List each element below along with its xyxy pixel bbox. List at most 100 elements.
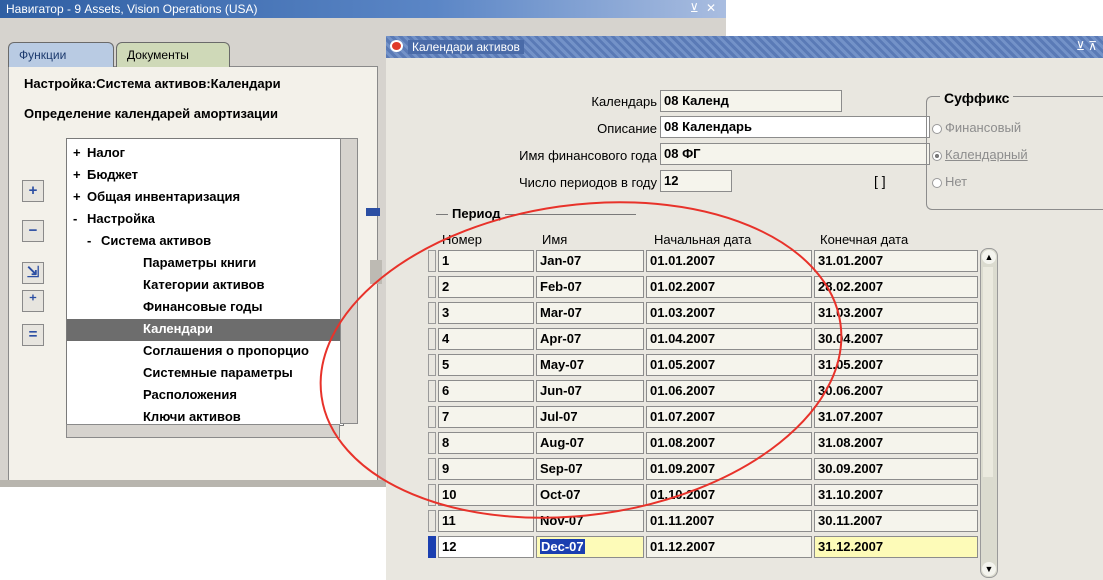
- period-end-date-cell[interactable]: 31.03.2007: [814, 302, 978, 324]
- scroll-up-icon[interactable]: ▲: [982, 250, 996, 264]
- tree-toggle-icon[interactable]: -: [87, 231, 101, 251]
- row-selector[interactable]: [428, 250, 436, 272]
- period-start-date-cell[interactable]: 01.10.2007: [646, 484, 812, 506]
- tree-horizontal-scrollbar[interactable]: [66, 424, 340, 438]
- description-field[interactable]: 08 Календарь: [660, 116, 930, 138]
- tree-toggle-icon[interactable]: -: [73, 209, 87, 229]
- calendar-window-controls[interactable]: ⊻ ⊼: [1076, 39, 1097, 53]
- tree-item[interactable]: Системные параметры: [67, 363, 343, 385]
- row-selector[interactable]: [428, 536, 436, 558]
- row-selector[interactable]: [428, 406, 436, 428]
- row-selector[interactable]: [428, 302, 436, 324]
- row-selector[interactable]: [428, 328, 436, 350]
- period-start-date-cell[interactable]: 01.07.2007: [646, 406, 812, 428]
- period-start-date-cell[interactable]: 01.12.2007: [646, 536, 812, 558]
- navigator-title-bar[interactable]: Навигатор - 9 Assets, Vision Operations …: [0, 0, 726, 18]
- period-number-cell[interactable]: 1: [438, 250, 534, 272]
- period-name-cell[interactable]: Apr-07: [536, 328, 644, 350]
- period-start-date-cell[interactable]: 01.02.2007: [646, 276, 812, 298]
- period-name-cell[interactable]: Oct-07: [536, 484, 644, 506]
- row-selector[interactable]: [428, 510, 436, 532]
- calendar-title-bar[interactable]: Календари активов ⊻ ⊼: [386, 36, 1103, 58]
- scroll-thumb[interactable]: [983, 267, 993, 477]
- row-selector[interactable]: [428, 276, 436, 298]
- period-name-cell[interactable]: Dec-07: [536, 536, 644, 558]
- period-end-date-cell[interactable]: 31.10.2007: [814, 484, 978, 506]
- suffix-option-none[interactable]: Нет: [932, 174, 967, 189]
- period-name-cell[interactable]: Mar-07: [536, 302, 644, 324]
- period-end-date-cell[interactable]: 30.11.2007: [814, 510, 978, 532]
- period-number-cell[interactable]: 3: [438, 302, 534, 324]
- period-number-cell[interactable]: 5: [438, 354, 534, 376]
- row-selector[interactable]: [428, 458, 436, 480]
- tree-toggle-icon[interactable]: +: [73, 165, 87, 185]
- tree-item[interactable]: Категории активов: [67, 275, 343, 297]
- period-number-cell[interactable]: 8: [438, 432, 534, 454]
- period-start-date-cell[interactable]: 01.06.2007: [646, 380, 812, 402]
- period-start-date-cell[interactable]: 01.03.2007: [646, 302, 812, 324]
- row-selector[interactable]: [428, 432, 436, 454]
- period-name-cell[interactable]: Jul-07: [536, 406, 644, 428]
- tree-item[interactable]: - Система активов: [67, 231, 343, 253]
- row-selector[interactable]: [428, 354, 436, 376]
- suffix-option-financial[interactable]: Финансовый: [932, 120, 1021, 135]
- tree-toggle-icon[interactable]: +: [73, 187, 87, 207]
- navigator-window-controls[interactable]: ⊻ ✕: [690, 1, 718, 15]
- period-name-cell[interactable]: Feb-07: [536, 276, 644, 298]
- period-number-cell[interactable]: 2: [438, 276, 534, 298]
- period-start-date-cell[interactable]: 01.04.2007: [646, 328, 812, 350]
- tree-item[interactable]: Расположения: [67, 385, 343, 407]
- scroll-down-icon[interactable]: ▼: [982, 562, 996, 576]
- period-name-cell[interactable]: Sep-07: [536, 458, 644, 480]
- periods-per-year-field[interactable]: 12: [660, 170, 732, 192]
- tab-functions[interactable]: Функции: [8, 42, 114, 67]
- period-end-date-cell[interactable]: 30.09.2007: [814, 458, 978, 480]
- period-number-cell[interactable]: 4: [438, 328, 534, 350]
- period-number-cell[interactable]: 6: [438, 380, 534, 402]
- period-end-date-cell[interactable]: 30.04.2007: [814, 328, 978, 350]
- period-scrollbar[interactable]: ▲ ▼: [980, 248, 998, 578]
- function-tree[interactable]: + Налог + Бюджет + Общая инвентаризация - Настр…: [66, 138, 344, 426]
- period-end-date-cell[interactable]: 31.08.2007: [814, 432, 978, 454]
- calendar-field[interactable]: 08 Календ: [660, 90, 842, 112]
- tree-item[interactable]: Соглашения о пропорцио: [67, 341, 343, 363]
- expand-all-button[interactable]: ⁺: [22, 290, 44, 312]
- tab-documents[interactable]: Документы: [116, 42, 230, 67]
- fiscal-year-field[interactable]: 08 ФГ: [660, 143, 930, 165]
- period-start-date-cell[interactable]: 01.01.2007: [646, 250, 812, 272]
- collapse-button[interactable]: −: [22, 220, 44, 242]
- tree-item[interactable]: + Налог: [67, 143, 343, 165]
- period-number-cell[interactable]: 9: [438, 458, 534, 480]
- period-name-cell[interactable]: May-07: [536, 354, 644, 376]
- period-end-date-cell[interactable]: 31.01.2007: [814, 250, 978, 272]
- tree-item[interactable]: Календари: [67, 319, 343, 341]
- descriptive-flexfield[interactable]: [ ]: [874, 173, 886, 189]
- period-name-cell[interactable]: Jan-07: [536, 250, 644, 272]
- period-end-date-cell[interactable]: 30.06.2007: [814, 380, 978, 402]
- period-start-date-cell[interactable]: 01.09.2007: [646, 458, 812, 480]
- period-start-date-cell[interactable]: 01.11.2007: [646, 510, 812, 532]
- period-end-date-cell[interactable]: 28.02.2007: [814, 276, 978, 298]
- expand-branch-button[interactable]: ⇲: [22, 262, 44, 284]
- tree-item[interactable]: + Бюджет: [67, 165, 343, 187]
- period-number-cell[interactable]: 11: [438, 510, 534, 532]
- period-end-date-cell[interactable]: 31.07.2007: [814, 406, 978, 428]
- period-name-cell[interactable]: Aug-07: [536, 432, 644, 454]
- expand-button[interactable]: +: [22, 180, 44, 202]
- tree-item[interactable]: Финансовые годы: [67, 297, 343, 319]
- period-number-cell[interactable]: 12: [438, 536, 534, 558]
- collapse-all-button[interactable]: =: [22, 324, 44, 346]
- period-number-cell[interactable]: 7: [438, 406, 534, 428]
- row-selector[interactable]: [428, 380, 436, 402]
- suffix-option-calendar[interactable]: Календарный: [932, 147, 1028, 162]
- splitter-arrow[interactable]: [370, 260, 382, 284]
- row-selector[interactable]: [428, 484, 436, 506]
- period-name-cell[interactable]: Nov-07: [536, 510, 644, 532]
- tree-vertical-scrollbar[interactable]: [340, 138, 358, 424]
- tree-item[interactable]: Параметры книги: [67, 253, 343, 275]
- period-start-date-cell[interactable]: 01.08.2007: [646, 432, 812, 454]
- tree-item[interactable]: + Общая инвентаризация: [67, 187, 343, 209]
- period-end-date-cell[interactable]: 31.05.2007: [814, 354, 978, 376]
- period-start-date-cell[interactable]: 01.05.2007: [646, 354, 812, 376]
- tree-item[interactable]: - Настройка: [67, 209, 343, 231]
